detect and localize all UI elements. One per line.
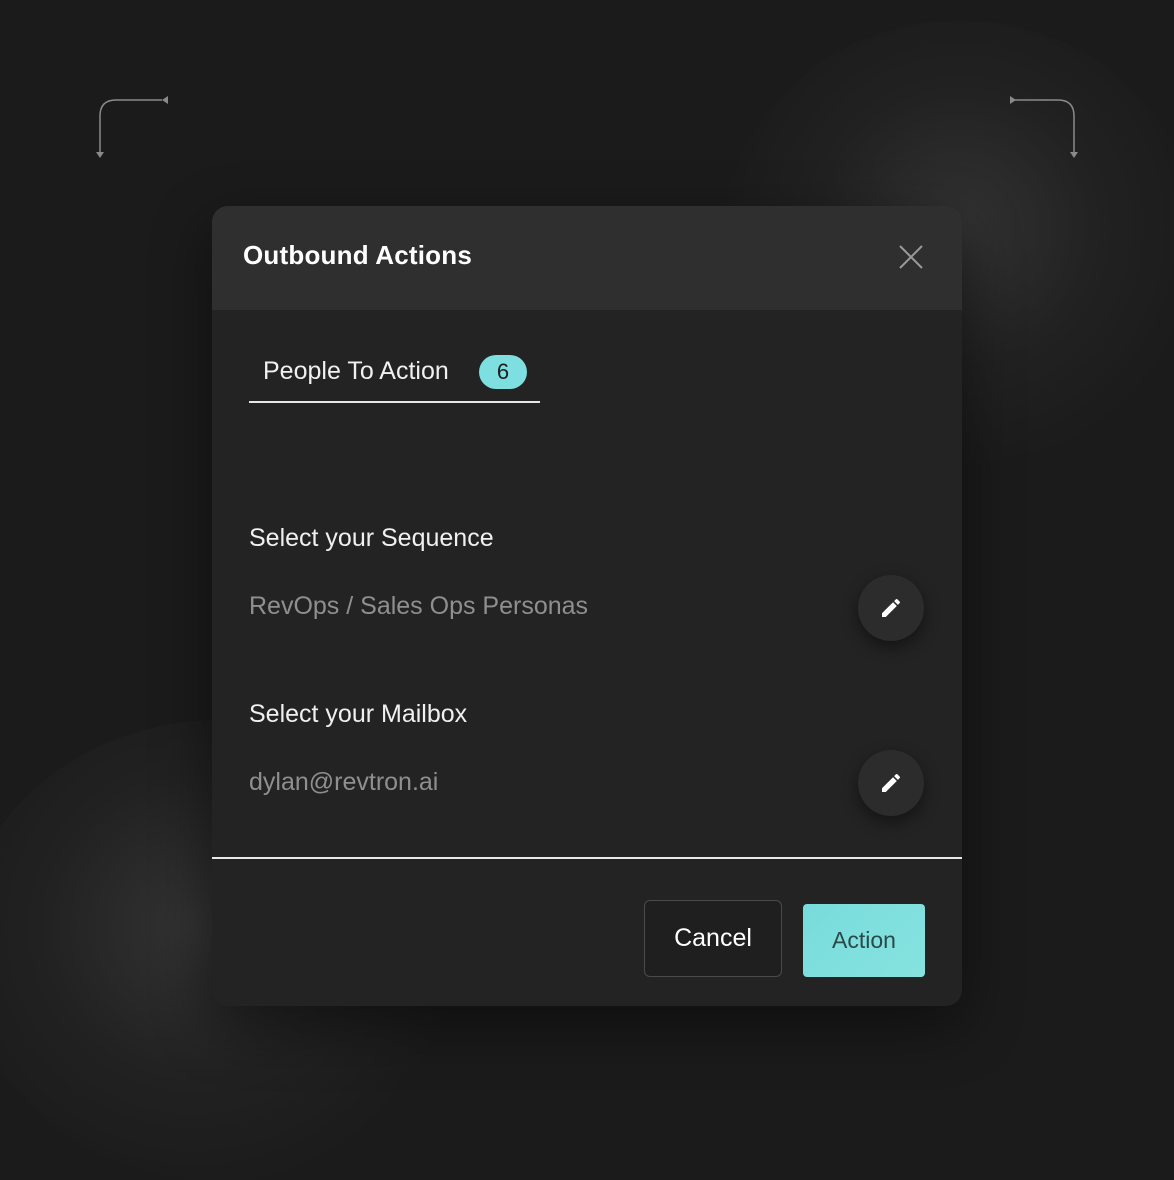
- mailbox-label: Select your Mailbox: [249, 700, 468, 728]
- pencil-icon: [882, 598, 901, 617]
- people-count-badge: 6: [479, 355, 527, 389]
- tab-label: People To Action: [263, 357, 449, 385]
- tab-people-to-action[interactable]: People To Action 6: [249, 343, 540, 403]
- corner-bracket-right: [1010, 96, 1078, 158]
- dialog-header: Outbound Actions: [212, 206, 962, 310]
- outbound-actions-dialog: Outbound Actions People To Action 6 Sele…: [212, 206, 962, 1006]
- sequence-value: RevOps / Sales Ops Personas: [249, 592, 589, 620]
- pencil-icon: [882, 773, 901, 792]
- edit-mailbox-button[interactable]: [858, 750, 924, 816]
- close-button[interactable]: [894, 240, 928, 274]
- sequence-label: Select your Sequence: [249, 524, 494, 552]
- close-icon: [899, 245, 923, 269]
- footer-divider: [212, 857, 962, 859]
- action-button[interactable]: Action: [803, 904, 925, 977]
- cancel-button[interactable]: Cancel: [644, 900, 782, 977]
- corner-bracket-left: [96, 96, 168, 158]
- mailbox-value: dylan@revtron.ai: [249, 768, 439, 796]
- dialog-title: Outbound Actions: [243, 240, 472, 270]
- edit-sequence-button[interactable]: [858, 575, 924, 641]
